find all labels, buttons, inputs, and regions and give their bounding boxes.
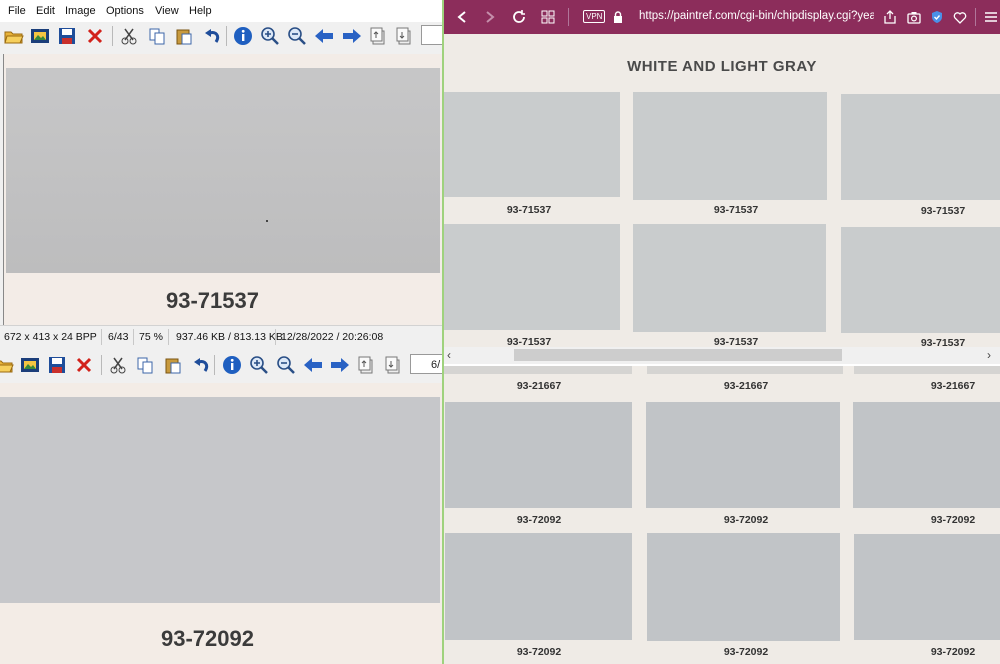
paint-chip-swatch[interactable] [633,92,827,200]
save-icon[interactable] [56,25,78,47]
first-page-icon[interactable] [356,354,378,376]
slideshow-icon[interactable] [29,25,51,47]
copy-icon[interactable] [146,25,168,47]
delete-icon[interactable] [73,354,95,376]
chip-code-label: 93-21667 [516,380,562,392]
status-dimensions: 672 x 413 x 24 BPP [4,331,97,343]
info-icon[interactable] [232,25,254,47]
menu-lines-icon[interactable] [983,9,999,25]
page-title: WHITE AND LIGHT GRAY [627,58,817,75]
paint-chip-swatch[interactable] [444,92,620,197]
status-index: 6/43 [108,331,129,343]
image-display-top: 93-71537 [0,50,443,325]
paint-chip-swatch[interactable] [444,224,620,330]
page-number-field[interactable] [421,25,443,45]
forward-icon[interactable] [482,9,498,25]
chip-code-label: 93-71537 [506,204,552,216]
horizontal-scrollbar[interactable]: ‹ › [444,347,1000,364]
tabs-grid-icon[interactable] [540,9,556,25]
cut-icon[interactable] [107,354,129,376]
menu-help[interactable]: Help [189,5,212,17]
paint-chip-swatch[interactable] [646,402,840,508]
undo-icon[interactable] [200,25,222,47]
scroll-right-icon[interactable]: › [987,348,991,362]
zoom-in-icon[interactable] [248,354,270,376]
browser-window-lower: 93-21667 93-21667 93-21667 93-72092 93-7… [444,364,1000,664]
scrollbar-thumb[interactable] [514,349,842,361]
zoom-out-icon[interactable] [275,354,297,376]
slideshow-icon[interactable] [19,354,41,376]
zoom-in-icon[interactable] [259,25,281,47]
last-page-icon[interactable] [383,354,405,376]
chip-code-label: 93-72092 [723,646,769,658]
scroll-left-icon[interactable]: ‹ [447,348,451,362]
next-arrow-icon[interactable] [341,25,363,47]
chip-code-label: 93-21667 [930,380,976,392]
chip-code-label: 93-72092 [516,646,562,658]
info-icon[interactable] [221,354,243,376]
prev-arrow-icon[interactable] [302,354,324,376]
menu-edit[interactable]: Edit [36,5,55,17]
chip-code-label: 93-72092 [516,514,562,526]
toolbar-bottom: 6/ [0,351,443,379]
open-folder-icon[interactable] [0,354,15,376]
menu-bar: File Edit Image Options View Help [0,0,443,22]
heart-icon[interactable] [952,9,968,25]
browser-window: VPN https://paintref.com/cgi-bin/chipdis… [444,0,1000,364]
paint-chip-swatch[interactable] [633,224,826,332]
browser-toolbar: VPN https://paintref.com/cgi-bin/chipdis… [444,0,1000,34]
paint-chip-swatch[interactable] [841,94,1000,200]
delete-icon[interactable] [84,25,106,47]
status-filesize: 937.46 KB / 813.13 KB [176,331,283,343]
reload-icon[interactable] [511,9,527,25]
toolbar-top [0,22,443,50]
status-zoom: 75 % [139,331,163,343]
next-arrow-icon[interactable] [329,354,351,376]
chip-code-label: 93-71537 [713,204,759,216]
paste-icon[interactable] [173,25,195,47]
address-bar[interactable]: https://paintref.com/cgi-bin/chipdisplay… [639,10,874,22]
prev-arrow-icon[interactable] [313,25,335,47]
back-icon[interactable] [454,9,470,25]
chip-code-label: 93-21667 [723,380,769,392]
menu-view[interactable]: View [155,5,179,17]
zoom-out-icon[interactable] [286,25,308,47]
chip-code-label: 93-72092 [930,646,976,658]
paste-icon[interactable] [162,354,184,376]
cut-icon[interactable] [118,25,140,47]
save-icon[interactable] [46,354,68,376]
paint-chip-swatch[interactable] [647,533,840,641]
paint-chip-swatch[interactable] [445,533,632,640]
chip-code-label: 93-72092 [723,514,769,526]
paint-chip-swatch[interactable] [854,534,1000,640]
page-number-field[interactable]: 6/ [410,354,443,374]
chip-number-label: 93-71537 [166,288,259,313]
share-icon[interactable] [882,9,898,25]
menu-file[interactable]: File [8,5,26,17]
paint-chip-swatch[interactable] [853,402,1000,508]
paint-chip-swatch[interactable] [841,227,1000,333]
copy-icon[interactable] [134,354,156,376]
vpn-badge[interactable]: VPN [583,10,606,23]
image-viewer-window: File Edit Image Options View Help 93-715… [0,0,443,664]
status-datetime: 12/28/2022 / 20:26:08 [281,331,384,343]
last-page-icon[interactable] [394,25,416,47]
menu-options[interactable]: Options [106,5,144,17]
open-folder-icon[interactable] [3,25,25,47]
menu-image[interactable]: Image [65,5,96,17]
camera-icon[interactable] [906,9,922,25]
status-bar: 672 x 413 x 24 BPP 6/43 75 % 937.46 KB /… [0,325,443,348]
undo-icon[interactable] [189,354,211,376]
lock-icon [610,9,626,25]
chip-code-label: 93-71537 [920,205,966,217]
first-page-icon[interactable] [368,25,390,47]
chip-number-label: 93-72092 [161,626,254,651]
shield-icon[interactable] [929,9,945,25]
image-display-bottom: 93-72092 [0,379,443,664]
paint-chip-image [0,397,440,603]
paint-chip-swatch[interactable] [445,402,632,508]
chip-code-label: 93-72092 [930,514,976,526]
